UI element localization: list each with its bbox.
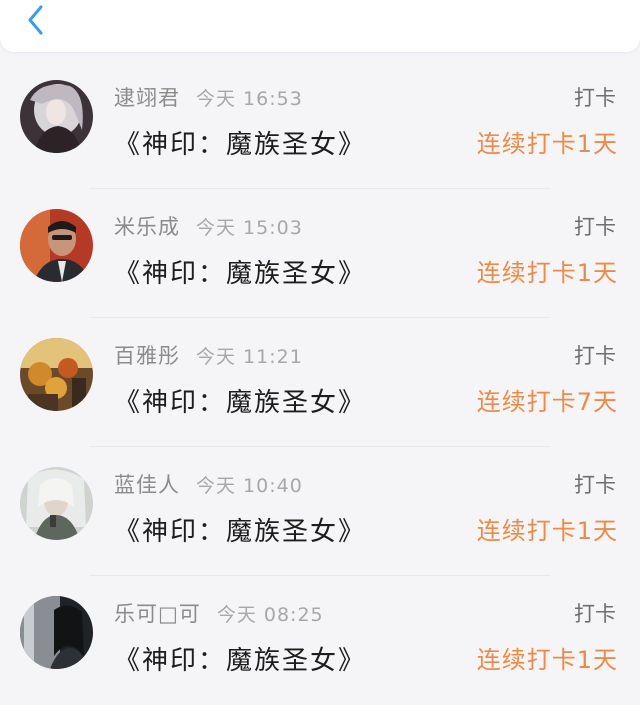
- user-name: 乐可□可 今天 08:25: [114, 602, 324, 626]
- list-item[interactable]: 蓝佳人 今天 10:40 打卡 《神印：魔族圣女》 连续打卡1天: [0, 447, 640, 576]
- user-name: 逮翊君 今天 16:53: [114, 86, 303, 110]
- checkin-time: 今天 08:25: [216, 604, 324, 626]
- avatar[interactable]: [20, 338, 93, 411]
- list-item[interactable]: 米乐成 今天 15:03 打卡 《神印：魔族圣女》 连续打卡1天: [0, 189, 640, 318]
- book-title[interactable]: 《神印：魔族圣女》: [114, 640, 366, 677]
- user-name: 蓝佳人 今天 10:40: [114, 473, 303, 497]
- checkin-label: 打卡: [574, 602, 616, 626]
- streak-text: 连续打卡1天: [476, 259, 618, 287]
- avatar[interactable]: [20, 209, 93, 282]
- checkin-label: 打卡: [574, 86, 616, 110]
- checkin-time: 今天 15:03: [196, 217, 303, 239]
- book-title[interactable]: 《神印：魔族圣女》: [114, 253, 366, 290]
- avatar[interactable]: [20, 467, 93, 540]
- streak-text: 连续打卡1天: [476, 130, 618, 158]
- streak-text: 连续打卡1天: [476, 517, 618, 545]
- list-item[interactable]: 乐可□可 今天 08:25 打卡 《神印：魔族圣女》 连续打卡1天: [0, 576, 640, 705]
- checkin-label: 打卡: [574, 344, 616, 368]
- book-title[interactable]: 《神印：魔族圣女》: [114, 382, 366, 419]
- book-title[interactable]: 《神印：魔族圣女》: [114, 124, 366, 161]
- user-name: 百雅彤 今天 11:21: [114, 344, 303, 368]
- book-title[interactable]: 《神印：魔族圣女》: [114, 511, 366, 548]
- avatar[interactable]: [20, 80, 93, 153]
- checkin-label: 打卡: [574, 473, 616, 497]
- checkin-label: 打卡: [574, 215, 616, 239]
- list-item[interactable]: 百雅彤 今天 11:21 打卡 《神印：魔族圣女》 连续打卡7天: [0, 318, 640, 447]
- chevron-left-icon: [28, 5, 43, 35]
- user-name: 米乐成 今天 15:03: [114, 215, 303, 239]
- checkin-time: 今天 10:40: [196, 475, 303, 497]
- checkin-time: 今天 16:53: [196, 88, 303, 110]
- avatar[interactable]: [20, 596, 93, 669]
- streak-text: 连续打卡1天: [476, 646, 618, 674]
- checkin-time: 今天 11:21: [196, 346, 303, 368]
- top-bar: [0, 0, 640, 52]
- checkin-list: 逮翊君 今天 16:53 打卡 《神印：魔族圣女》 连续打卡1天 米乐成 今天 15…: [0, 60, 640, 705]
- list-item[interactable]: 逮翊君 今天 16:53 打卡 《神印：魔族圣女》 连续打卡1天: [0, 60, 640, 189]
- streak-text: 连续打卡7天: [476, 388, 618, 416]
- back-button[interactable]: [18, 2, 54, 38]
